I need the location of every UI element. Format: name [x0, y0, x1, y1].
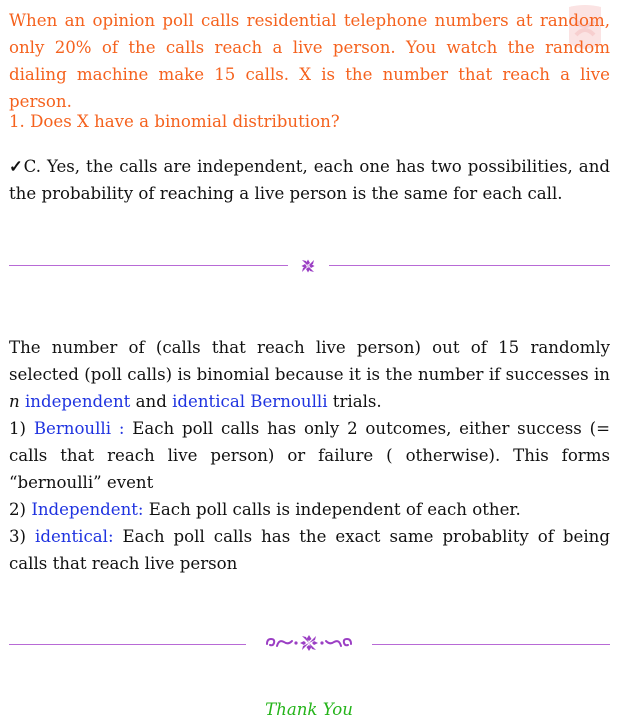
intro-text-a: The number of (calls that reach live per… [9, 338, 610, 384]
keyword-independent: Independent: [31, 500, 144, 519]
question-prompt: 1. Does X have a binomial distribution? [9, 112, 340, 131]
list-item-bernoulli: 1) Bernoulli : Each poll calls has only … [9, 415, 610, 496]
explanation-intro: The number of (calls that reach live per… [9, 334, 610, 415]
list-number: 3) [9, 527, 36, 546]
list-item-text: Each poll calls is independent of each o… [143, 500, 521, 519]
keyword-identical-bernoulli: identical Bernoulli [172, 392, 328, 411]
intro-text-c: and [130, 392, 173, 411]
question-text: When an opinion poll calls residential t… [9, 11, 610, 111]
list-item-identical: 3) identical: Each poll calls has the ex… [9, 523, 610, 577]
answer-text: C. Yes, the calls are independent, each … [9, 157, 611, 203]
answer-block: ✓C. Yes, the calls are independent, each… [9, 153, 610, 207]
divider-line-left [9, 265, 288, 266]
keyword-identical: identical: [35, 527, 114, 546]
footer-divider-line-left [9, 644, 246, 645]
keyword-bernoulli: Bernoulli : [33, 419, 125, 438]
keyword-independent: independent [24, 392, 131, 411]
intro-variable-n: n [9, 392, 20, 411]
list-number: 1) [9, 419, 34, 438]
intro-text-d: trials. [327, 392, 382, 411]
thank-you-text: Thank You [265, 700, 353, 719]
checkmark-icon: ✓ [9, 156, 24, 176]
floral-ornament-icon [301, 259, 315, 273]
footer-divider-line-right [372, 644, 610, 645]
explanation-block: The number of (calls that reach live per… [9, 334, 610, 577]
floral-flourish-ornament-icon [266, 635, 352, 651]
list-item-independent: 2) Independent: Each poll calls is indep… [9, 496, 610, 523]
list-number: 2) [9, 500, 32, 519]
divider-line-right [329, 265, 610, 266]
